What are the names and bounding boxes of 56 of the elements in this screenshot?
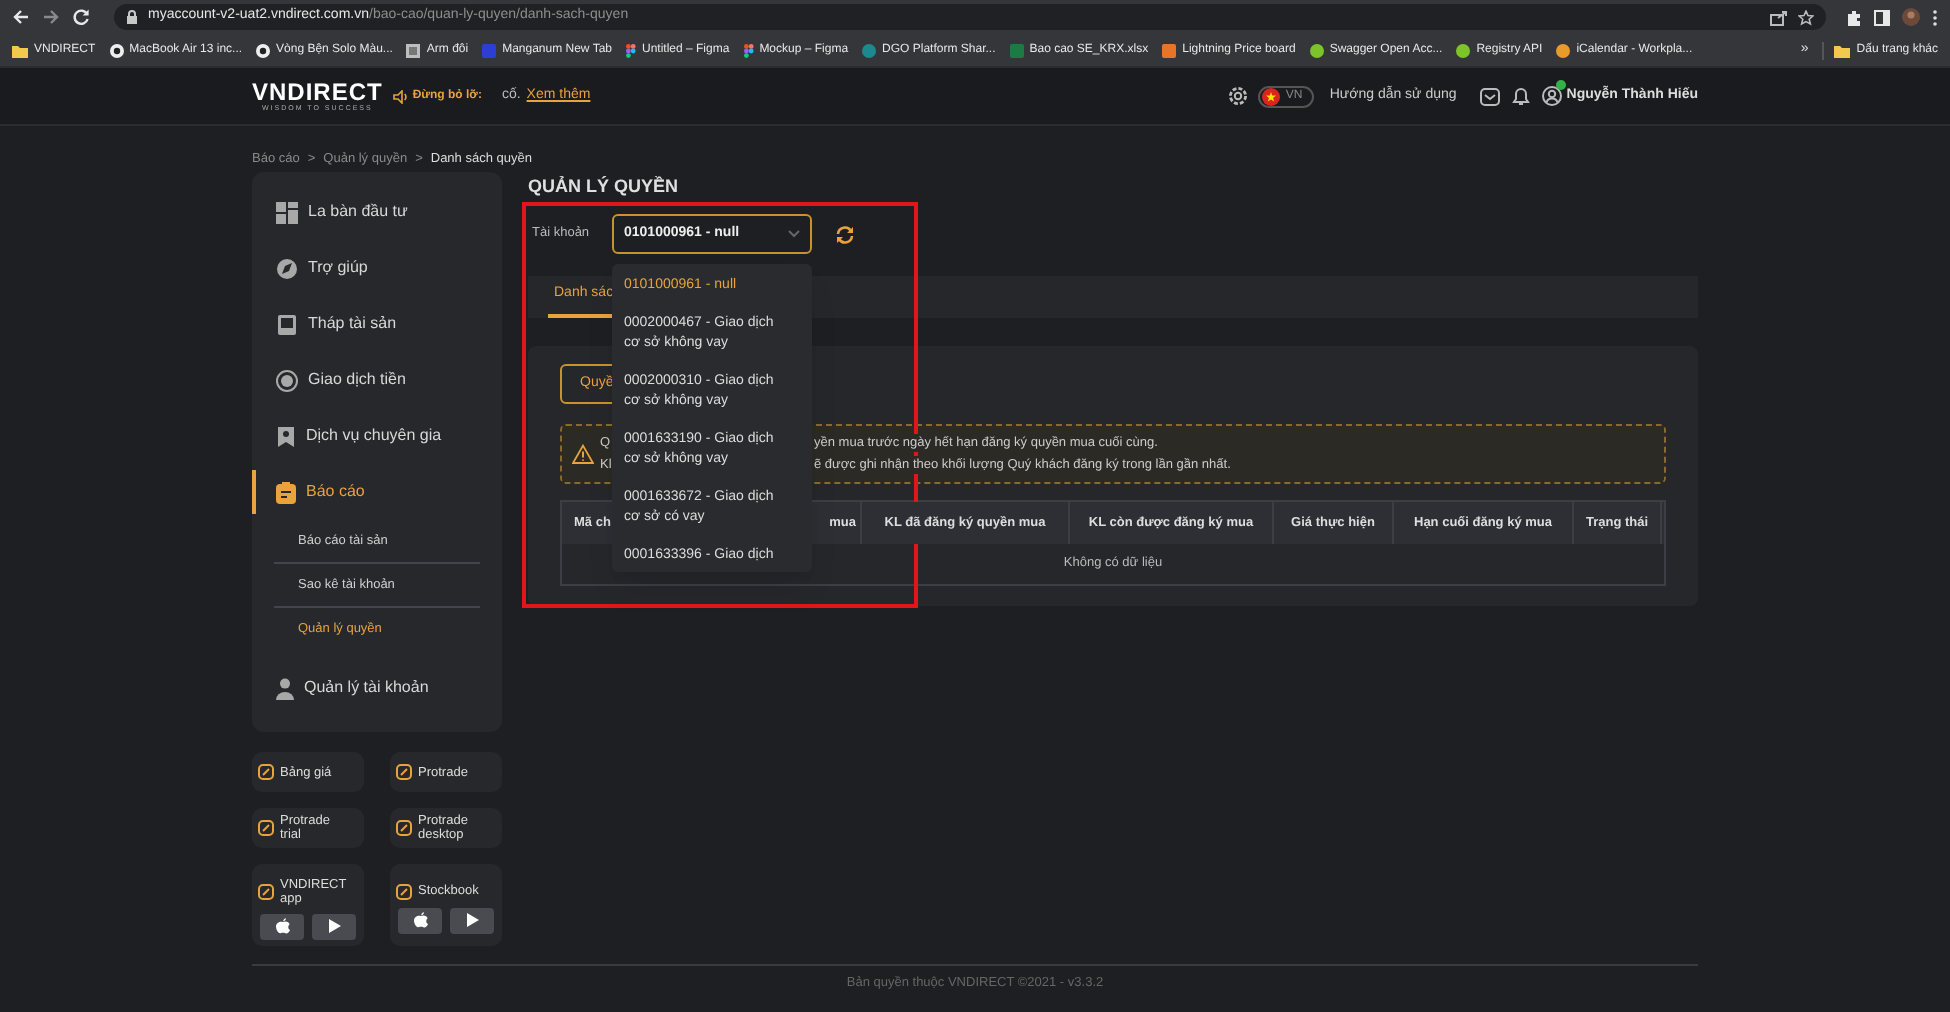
coin-icon: [276, 369, 298, 391]
page-title: QUẢN LÝ QUYỀN: [528, 173, 681, 200]
flag-icon: [1261, 87, 1280, 105]
clipboard-icon: [276, 481, 296, 503]
grid-icon: [276, 201, 298, 223]
image-icon: [406, 43, 421, 57]
figma-icon: [743, 43, 754, 57]
app-icon: [258, 883, 274, 899]
bell-icon[interactable]: [1512, 86, 1531, 106]
menu-icon[interactable]: [1932, 9, 1938, 25]
logo[interactable]: VNDIRECT: [252, 79, 383, 104]
app-icon: [258, 764, 274, 780]
settings-icon[interactable]: [1227, 86, 1248, 106]
sidebar-item[interactable]: Tháp tài sản: [252, 296, 502, 352]
sidebar-item[interactable]: Báo cáo: [252, 464, 502, 520]
ring-icon: [256, 43, 271, 57]
play-icon: [465, 912, 479, 928]
folder-icon: [12, 43, 28, 57]
apple-icon: [413, 912, 427, 928]
sidebar-item[interactable]: La bàn đầu tư: [252, 184, 502, 240]
app-icon: [396, 820, 412, 836]
play-store-button[interactable]: [450, 907, 494, 933]
warning-icon: [572, 444, 594, 464]
ring-icon: [109, 43, 124, 57]
app-icon: [396, 883, 412, 899]
app-store-button[interactable]: [398, 907, 442, 933]
extensions-icon[interactable]: [1846, 9, 1862, 25]
badge-icon: [276, 425, 296, 447]
app-store-button[interactable]: [260, 913, 304, 939]
app-icon: [396, 764, 412, 780]
lock-icon: [126, 10, 138, 24]
play-store-button[interactable]: [312, 913, 356, 939]
figma-icon: [626, 43, 636, 57]
mail-icon[interactable]: [1480, 87, 1501, 105]
book-icon: [276, 313, 298, 335]
reload-icon[interactable]: [72, 8, 90, 26]
share-icon[interactable]: [1770, 9, 1788, 25]
back-icon[interactable]: [12, 8, 30, 26]
avatar-icon[interactable]: [1902, 8, 1920, 26]
apple-icon: [275, 918, 289, 934]
speaker-icon: [392, 89, 409, 103]
folder-icon: [1834, 43, 1851, 57]
star-icon[interactable]: [1798, 9, 1814, 25]
play-icon: [327, 918, 341, 934]
person-icon: [276, 677, 294, 699]
chevron-icon: [788, 230, 800, 238]
user-icon[interactable]: [1542, 86, 1563, 106]
sidebar-icon[interactable]: [1874, 9, 1890, 25]
refresh-icon[interactable]: [836, 225, 854, 243]
sidebar-item[interactable]: Trợ giúp: [252, 240, 502, 296]
forward-icon[interactable]: [42, 8, 60, 26]
sidebar-item[interactable]: Dịch vụ chuyên gia: [252, 408, 502, 464]
compass-icon: [276, 257, 298, 279]
app-icon: [258, 820, 274, 836]
sidebar-item[interactable]: Quản lý tài khoản: [252, 660, 502, 716]
sidebar-item[interactable]: Giao dịch tiền: [252, 352, 502, 408]
